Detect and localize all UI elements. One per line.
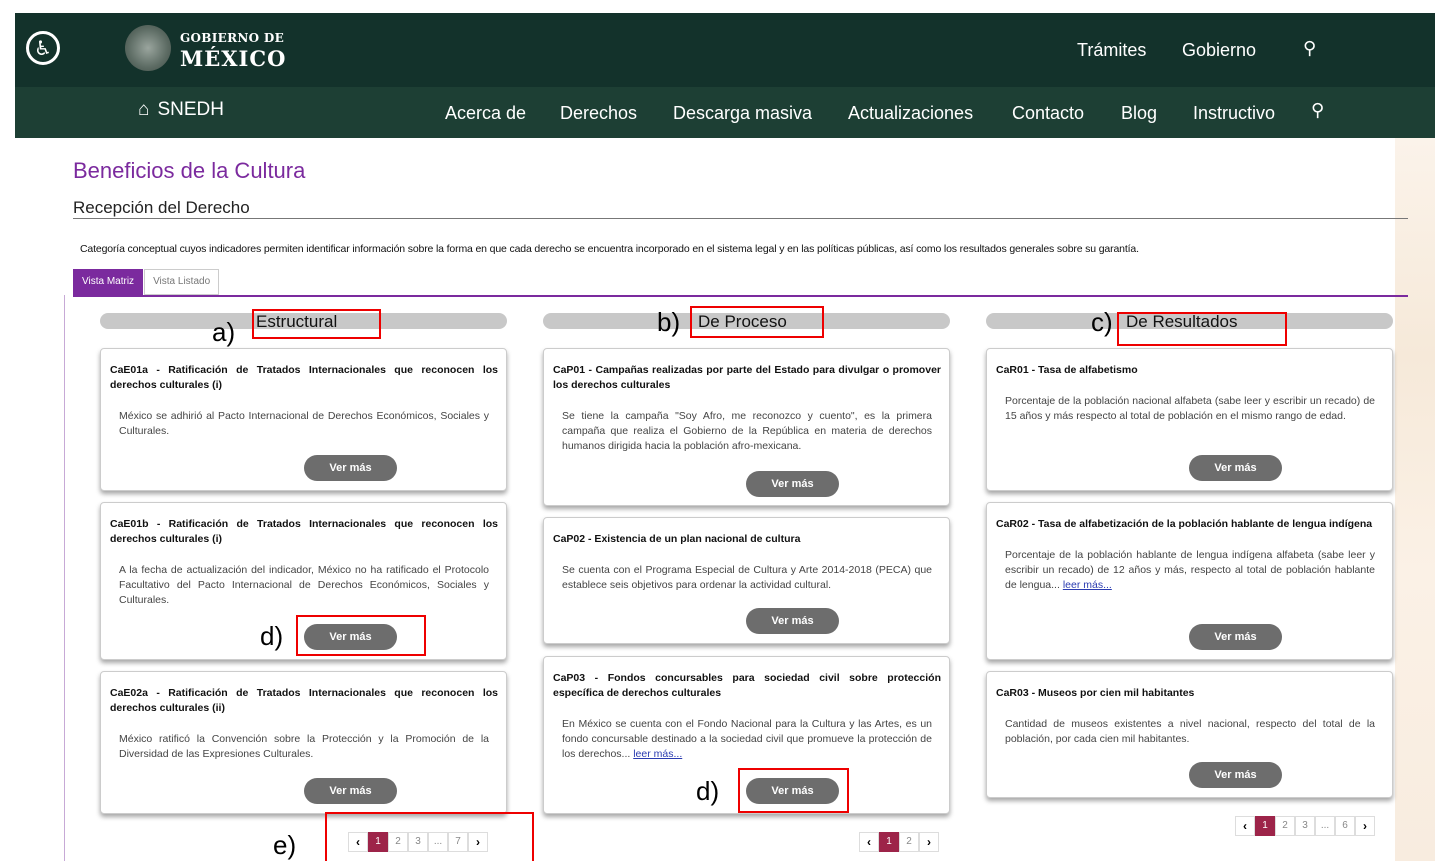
card-body: Se tiene la campaña "Soy Afro, me recono… (562, 410, 932, 452)
indicator-card: CaR01 - Tasa de alfabetismo Porcentaje d… (986, 348, 1393, 491)
top-link-gobierno[interactable]: Gobierno (1182, 40, 1256, 61)
annotation-d1: d) (260, 621, 284, 651)
home-icon: ⌂ (138, 99, 150, 120)
section-title: Recepción del Derecho (73, 198, 250, 217)
card-title[interactable]: CaE02a - Ratificación de Tratados Intern… (110, 686, 498, 716)
gob-logo-line2[interactable]: MÉXICO (180, 46, 286, 71)
card-body: En México se cuenta con el Fondo Naciona… (553, 717, 941, 762)
ver-mas-button[interactable]: Ver más (1189, 455, 1282, 481)
indicator-card: CaR03 - Museos por cien mil habitantes C… (986, 671, 1393, 798)
nav-actualizaciones[interactable]: Actualizaciones (848, 103, 973, 124)
indicator-card: CaE01a - Ratificación de Tratados Intern… (100, 348, 507, 491)
prev-page-button[interactable]: ‹ (348, 832, 368, 852)
pagination-proceso: ‹ 1 2 › (859, 832, 939, 852)
section-description: Categoría conceptual cuyos indicadores p… (80, 243, 1139, 255)
home-link[interactable]: ⌂ SNEDH (138, 99, 224, 121)
annotation-box-a (252, 309, 381, 339)
divider (73, 218, 1408, 219)
prev-page-button[interactable]: ‹ (1235, 816, 1255, 836)
page-button[interactable]: 7 (448, 832, 468, 852)
page: ♿ GOBIERNO DE MÉXICO Trámites Gobierno ⚲… (0, 0, 1435, 861)
content-left-border (64, 295, 65, 861)
card-title[interactable]: CaE01a - Ratificación de Tratados Intern… (110, 363, 498, 393)
page-button[interactable]: 1 (368, 832, 388, 852)
tab-vista-listado[interactable]: Vista Listado (144, 269, 220, 295)
ver-mas-button[interactable]: Ver más (304, 455, 397, 481)
card-body: México se adhirió al Pacto Internacional… (119, 410, 489, 437)
card-body: Porcentaje de la población nacional alfa… (1005, 395, 1375, 422)
site-name: SNEDH (157, 99, 224, 120)
nav-search-icon[interactable]: ⚲ (1311, 100, 1324, 121)
page-title: Beneficios de la Cultura (73, 158, 306, 183)
pagination-resultados: ‹ 1 2 3 ... 6 › (1235, 816, 1375, 836)
page-button[interactable]: 3 (1295, 816, 1315, 836)
annotation-c: c) (1091, 307, 1113, 337)
page-ellipsis: ... (1315, 816, 1335, 836)
site-nav: ⌂ SNEDH Acerca de Derechos Descarga masi… (15, 87, 1435, 138)
annotation-box-b (690, 306, 824, 338)
annotation-box-d1 (296, 615, 426, 656)
gob-logo-line1[interactable]: GOBIERNO DE (180, 31, 284, 45)
prev-page-button[interactable]: ‹ (859, 832, 879, 852)
card-title[interactable]: CaR01 - Tasa de alfabetismo (996, 363, 1384, 378)
page-button[interactable]: 1 (1255, 816, 1275, 836)
page-button[interactable]: 3 (408, 832, 428, 852)
annotation-e: e) (273, 830, 297, 860)
search-icon[interactable]: ⚲ (1303, 38, 1316, 59)
pagination-estructural: ‹ 1 2 3 ... 7 › (348, 832, 488, 852)
page-button[interactable]: 2 (1275, 816, 1295, 836)
next-page-button[interactable]: › (919, 832, 939, 852)
card-body: Porcentaje de la población hablante de l… (996, 548, 1384, 593)
tab-vista-matriz[interactable]: Vista Matriz (73, 269, 144, 295)
top-link-tramites[interactable]: Trámites (1077, 40, 1146, 61)
next-page-button[interactable]: › (1355, 816, 1375, 836)
page-ellipsis: ... (428, 832, 448, 852)
card-title[interactable]: CaR02 - Tasa de alfabetización de la pob… (996, 517, 1384, 532)
ver-mas-button[interactable]: Ver más (746, 608, 839, 634)
nav-instructivo[interactable]: Instructivo (1193, 103, 1275, 124)
nav-blog[interactable]: Blog (1121, 103, 1157, 124)
next-page-button[interactable]: › (468, 832, 488, 852)
accessibility-icon[interactable]: ♿ (26, 31, 60, 65)
page-button[interactable]: 2 (899, 832, 919, 852)
page-button[interactable]: 1 (879, 832, 899, 852)
mexico-seal-logo (125, 25, 171, 71)
indicator-card: CaE02a - Ratificación de Tratados Intern… (100, 671, 507, 814)
ver-mas-button[interactable]: Ver más (1189, 762, 1282, 788)
nav-acerca-de[interactable]: Acerca de (445, 103, 526, 124)
card-body: México ratificó la Convención sobre la P… (119, 733, 489, 760)
card-title[interactable]: CaP02 - Existencia de un plan nacional d… (553, 532, 941, 547)
card-body: Se cuenta con el Programa Especial de Cu… (562, 564, 932, 591)
nav-derechos[interactable]: Derechos (560, 103, 637, 124)
card-title[interactable]: CaP03 - Fondos concursables para socieda… (553, 671, 941, 701)
ver-mas-button[interactable]: Ver más (1189, 624, 1282, 650)
card-title[interactable]: CaP01 - Campañas realizadas por parte de… (553, 363, 941, 393)
leer-mas-link[interactable]: leer más... (1063, 579, 1112, 591)
indicator-card: CaP01 - Campañas realizadas por parte de… (543, 348, 950, 506)
card-body-text: Porcentaje de la población hablante de l… (1005, 549, 1375, 591)
annotation-box-d2 (738, 768, 849, 813)
page-button[interactable]: 2 (388, 832, 408, 852)
view-tabs: Vista Matriz Vista Listado (73, 269, 220, 295)
card-body: Cantidad de museos existentes a nivel na… (1005, 718, 1375, 745)
indicator-card: CaR02 - Tasa de alfabetización de la pob… (986, 502, 1393, 660)
annotation-box-c (1117, 312, 1287, 346)
ver-mas-button[interactable]: Ver más (304, 778, 397, 804)
government-bar: ♿ GOBIERNO DE MÉXICO Trámites Gobierno ⚲ (15, 13, 1435, 87)
card-body-text: En México se cuenta con el Fondo Naciona… (562, 718, 932, 760)
indicator-card: CaP02 - Existencia de un plan nacional d… (543, 517, 950, 644)
annotation-d2: d) (696, 776, 720, 806)
card-title[interactable]: CaR03 - Museos por cien mil habitantes (996, 686, 1384, 701)
tab-underline (73, 295, 1408, 297)
nav-contacto[interactable]: Contacto (1012, 103, 1084, 124)
annotation-a: a) (212, 317, 236, 347)
nav-descarga-masiva[interactable]: Descarga masiva (673, 103, 812, 124)
page-button[interactable]: 6 (1335, 816, 1355, 836)
annotation-b: b) (657, 307, 681, 337)
card-body: A la fecha de actualización del indicado… (119, 564, 489, 606)
card-title[interactable]: CaE01b - Ratificación de Tratados Intern… (110, 517, 498, 547)
ver-mas-button[interactable]: Ver más (746, 471, 839, 497)
leer-mas-link[interactable]: leer más... (633, 748, 682, 760)
